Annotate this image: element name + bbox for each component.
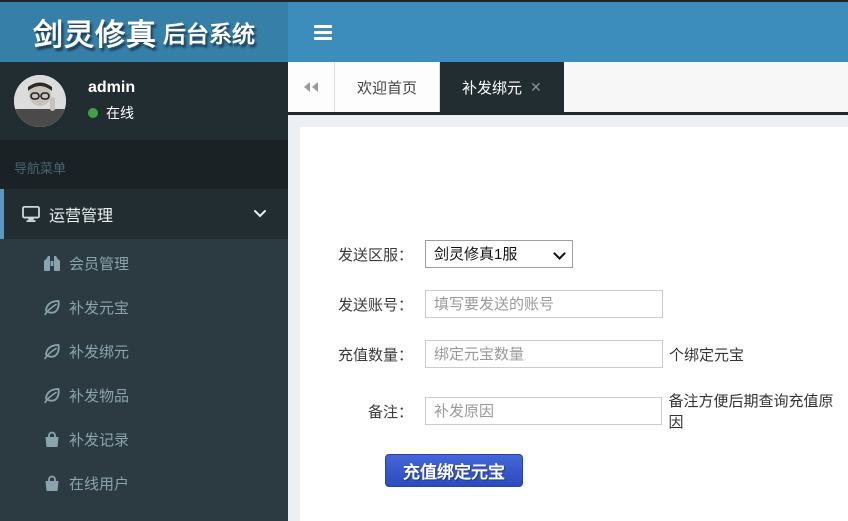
- amount-label: 充值数量：: [337, 346, 413, 364]
- tab-reissue-bound-yuanbao[interactable]: 补发绑元 ✕: [440, 62, 564, 112]
- submenu-label: 在线用户: [69, 475, 130, 493]
- tabs-scroll-back-button[interactable]: [288, 62, 335, 112]
- leaf-icon: [44, 299, 60, 315]
- nav-section-header: 导航菜单: [0, 140, 288, 189]
- leaf-icon: [44, 343, 60, 359]
- chevron-down-icon: [254, 210, 266, 218]
- tabbar: 欢迎首页 补发绑元 ✕: [288, 62, 848, 115]
- submenu-label: 补发物品: [69, 387, 130, 405]
- leaf-icon: [44, 387, 60, 403]
- remark-input[interactable]: [425, 397, 663, 425]
- user-panel: admin 在线: [0, 62, 288, 140]
- user-name: admin: [88, 79, 136, 96]
- admin-app: 剑灵修真 后台系统 admin 在线 导航菜单 运营管理 会员管理 补发元宝 补…: [0, 0, 848, 521]
- shopping-bag-icon: [45, 475, 59, 491]
- submit-row: 充值绑定元宝: [300, 454, 848, 487]
- logo-title-sub: 后台系统: [163, 21, 255, 47]
- tab-welcome-home[interactable]: 欢迎首页: [335, 62, 441, 112]
- account-row: 发送账号：: [300, 290, 848, 318]
- submenu-label: 会员管理: [69, 255, 130, 273]
- server-label: 发送区服：: [337, 246, 413, 264]
- submenu-label: 补发记录: [69, 431, 130, 449]
- desktop-icon: [22, 206, 40, 222]
- sidebar-toggle-menu-icon[interactable]: [302, 12, 344, 53]
- sidebar-item-operations[interactable]: 运营管理: [0, 189, 288, 239]
- logo[interactable]: 剑灵修真 后台系统: [0, 2, 288, 62]
- remark-row: 备注： 备注方便后期查询充值原因: [300, 390, 848, 432]
- sidebar-item-reissue-yuanbao[interactable]: 补发元宝: [0, 285, 288, 329]
- header: 剑灵修真 后台系统: [0, 2, 848, 62]
- sidebar-item-member-management[interactable]: 会员管理: [0, 241, 288, 285]
- user-status-label: 在线: [106, 105, 134, 121]
- user-status: 在线: [88, 103, 135, 123]
- backward-icon: [304, 82, 318, 92]
- sidebar-item-label: 运营管理: [49, 208, 114, 225]
- avatar: [14, 75, 66, 127]
- sidebar-item-reissue-records[interactable]: 补发记录: [0, 417, 288, 461]
- close-icon[interactable]: ✕: [530, 80, 542, 94]
- remark-label: 备注：: [367, 403, 413, 421]
- content: 发送区服： 剑灵修真1服 发送账号： 充值数量：: [288, 115, 848, 521]
- logo-title-main: 剑灵修真: [33, 19, 157, 52]
- tab-label: 补发绑元: [462, 79, 523, 97]
- submenu: 会员管理 补发元宝 补发绑元 补发物品 补发记录 在线用户: [0, 239, 288, 521]
- top-navbar: [288, 2, 848, 62]
- sidebar: admin 在线 导航菜单 运营管理 会员管理 补发元宝 补发绑元 补发物品 补…: [0, 62, 288, 521]
- amount-suffix: 个绑定元宝: [669, 346, 745, 364]
- remark-suffix: 备注方便后期查询充值原因: [668, 393, 834, 431]
- recharge-bound-yuanbao-button[interactable]: 充值绑定元宝: [385, 454, 523, 487]
- sidebar-item-reissue-items[interactable]: 补发物品: [0, 373, 288, 417]
- form-panel: 发送区服： 剑灵修真1服 发送账号： 充值数量：: [300, 127, 848, 521]
- account-label: 发送账号：: [337, 296, 413, 314]
- server-select-wrap: 剑灵修真1服: [425, 240, 573, 268]
- online-dot-icon: [88, 108, 98, 118]
- tab-label: 欢迎首页: [357, 79, 418, 97]
- main-area: 欢迎首页 补发绑元 ✕ 发送区服： 剑灵修真1服 发送账号： 填写要发送的账号 …: [288, 62, 848, 521]
- shopping-bag-icon: [45, 431, 59, 447]
- sidebar-item-online-users[interactable]: 在线用户: [0, 461, 288, 505]
- submenu-label: 补发元宝: [69, 299, 130, 317]
- submenu-label: 补发绑元: [69, 343, 130, 361]
- binoculars-icon: [44, 255, 60, 271]
- server-select[interactable]: 剑灵修真1服: [425, 240, 573, 268]
- amount-row: 充值数量： 个绑定元宝: [300, 340, 848, 368]
- account-input[interactable]: [425, 290, 663, 318]
- server-row: 发送区服： 剑灵修真1服: [300, 240, 848, 268]
- amount-input[interactable]: [425, 340, 663, 368]
- sidebar-item-reissue-bound-yuanbao[interactable]: 补发绑元: [0, 329, 288, 373]
